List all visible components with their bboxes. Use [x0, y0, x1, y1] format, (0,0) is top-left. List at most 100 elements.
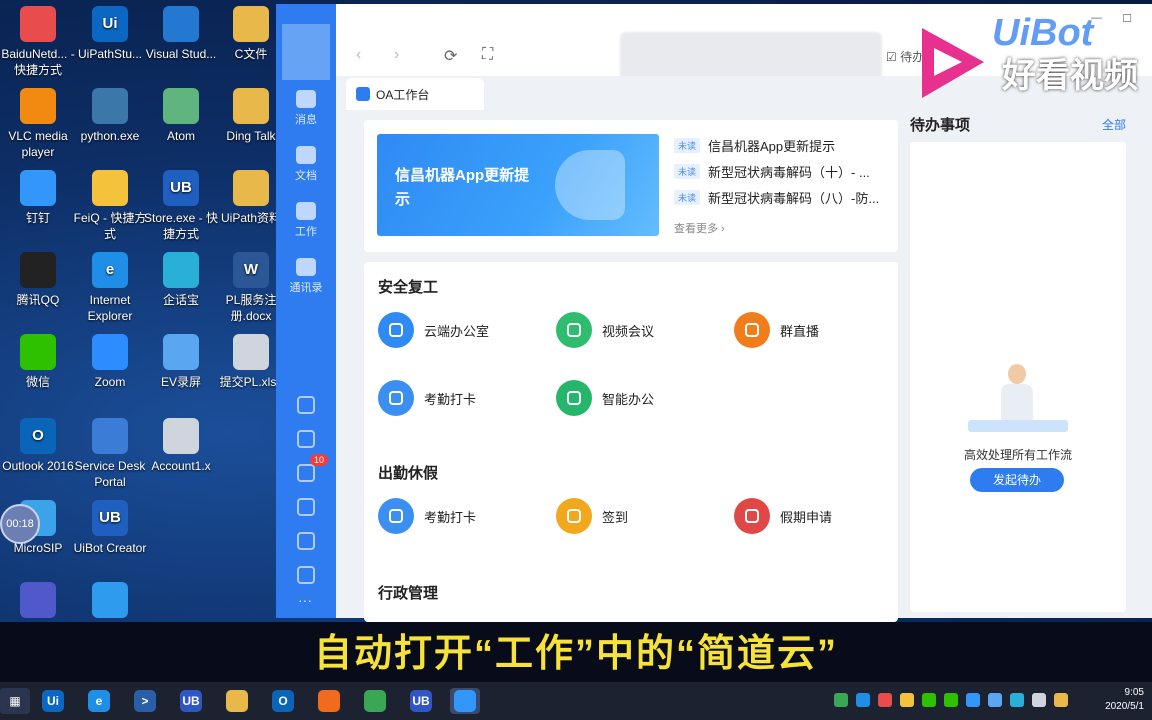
- desktop-icon[interactable]: Ui UiPathStu...: [72, 6, 148, 62]
- chrome-taskbar[interactable]: [360, 688, 390, 714]
- banner-title: 信昌机器App更新提示: [395, 167, 530, 208]
- app-tile[interactable]: 考勤打卡: [378, 380, 476, 416]
- app-tile[interactable]: 智能办公: [556, 380, 654, 416]
- tray-icon[interactable]: [922, 693, 936, 707]
- tray-icon[interactable]: [1032, 693, 1046, 707]
- news-banner[interactable]: 信昌机器App更新提示: [377, 134, 659, 236]
- desktop-icon[interactable]: 腾讯QQ: [0, 252, 76, 308]
- desktop-icon[interactable]: 微信: [0, 334, 76, 390]
- app-tile[interactable]: 群直播: [734, 312, 819, 348]
- desktop-icon-label: BaiduNetd... - 快捷方式: [1, 47, 75, 77]
- forward-icon[interactable]: ›: [394, 46, 399, 64]
- app-tile-icon: [734, 498, 770, 534]
- tray-icon[interactable]: [834, 693, 848, 707]
- folder-icon: [233, 170, 269, 206]
- desktop-icon[interactable]: VLC media player: [0, 88, 76, 160]
- section-title: 安全复工: [378, 279, 439, 296]
- news-item[interactable]: 未读 信昌机器App更新提示: [674, 132, 888, 158]
- zoom-icon: [92, 334, 128, 370]
- app-tile-label: 考勤打卡: [424, 391, 477, 407]
- desktop-icon[interactable]: FeiQ - 快捷方式: [72, 170, 148, 242]
- app-tile[interactable]: 云端办公室: [378, 312, 489, 348]
- desktop-icon[interactable]: UB UiBot Creator: [72, 500, 148, 556]
- desktop-icon[interactable]: O Outlook 2016: [0, 418, 76, 474]
- haokan-logo-icon: [922, 28, 984, 98]
- uipath-taskbar[interactable]: Ui: [38, 688, 68, 714]
- tray-icon[interactable]: [856, 693, 870, 707]
- desktop-icon[interactable]: UB Store.exe - 快捷方式: [143, 170, 219, 242]
- rail-item-docs[interactable]: 文档: [276, 146, 336, 183]
- powershell-taskbar[interactable]: >: [130, 688, 160, 714]
- desktop-icon-label: Zoom: [94, 375, 126, 389]
- aliwangwang-icon: [92, 582, 128, 618]
- desktop-icon[interactable]: Atom: [143, 88, 219, 144]
- create-todo-button[interactable]: 发起待办: [970, 468, 1064, 492]
- apps-icon[interactable]: [297, 566, 315, 584]
- outlook-taskbar[interactable]: O: [268, 688, 298, 714]
- firefox-taskbar-icon: [318, 690, 340, 712]
- uibot2-taskbar[interactable]: UB: [406, 688, 436, 714]
- desktop-icon-label: Service Desk Portal: [74, 459, 146, 489]
- tray-icon[interactable]: [988, 693, 1002, 707]
- app-tile[interactable]: 假期申请: [734, 498, 832, 534]
- news-item[interactable]: 未读 新型冠状病毒解码（八）-防...: [674, 184, 888, 210]
- mail-icon[interactable]: [297, 532, 315, 550]
- more-icon[interactable]: ···: [298, 592, 312, 608]
- phone-icon[interactable]: [297, 498, 315, 516]
- taskbar: ▦ 9:05 2020/5/1 Ui e > UB O UB: [0, 682, 1152, 720]
- tray-icon[interactable]: [878, 693, 892, 707]
- section-title: 出勤休假: [378, 465, 439, 482]
- rail-item-contacts[interactable]: 通讯录: [276, 258, 336, 295]
- uibot-taskbar[interactable]: UB: [176, 688, 206, 714]
- office-illustration: [968, 360, 1068, 440]
- app-tile-label: 视频会议: [602, 323, 655, 339]
- desktop-icon[interactable]: Visual Stud...: [143, 6, 219, 62]
- folder-icon: [233, 6, 269, 42]
- app-tile[interactable]: 考勤打卡: [378, 498, 476, 534]
- ie-taskbar[interactable]: e: [84, 688, 114, 714]
- desktop-icon[interactable]: EV录屏: [143, 334, 219, 390]
- news-item[interactable]: 未读 新型冠状病毒解码（十）- ...: [674, 158, 888, 184]
- desktop-icon-label: Store.exe - 快捷方式: [143, 211, 219, 241]
- avatar[interactable]: [282, 24, 330, 80]
- desktop-icon[interactable]: python.exe: [72, 88, 148, 144]
- desktop-icon[interactable]: Zoom: [72, 334, 148, 390]
- desktop-icon[interactable]: Account1.x: [143, 418, 219, 474]
- maximize-icon[interactable]: ☐: [1122, 12, 1132, 25]
- see-more-link[interactable]: 查看更多 ›: [674, 220, 725, 236]
- explorer-taskbar[interactable]: [222, 688, 252, 714]
- tray-icon[interactable]: [1054, 693, 1068, 707]
- news-title: 新型冠状病毒解码（八）-防...: [708, 190, 880, 206]
- desktop-icon[interactable]: 企话宝: [143, 252, 219, 308]
- desktop-icon[interactable]: Service Desk Portal: [72, 418, 148, 490]
- rail-item-work[interactable]: 工作: [276, 202, 336, 239]
- tray-icon[interactable]: [944, 693, 958, 707]
- task-icon[interactable]: [297, 430, 315, 448]
- dingtalk-taskbar[interactable]: [450, 688, 480, 714]
- desktop-icon[interactable]: e Internet Explorer: [72, 252, 148, 324]
- fullscreen-icon[interactable]: ⛶: [482, 46, 493, 64]
- tray-icon[interactable]: [900, 693, 914, 707]
- rail-item-messages[interactable]: 消息: [276, 90, 336, 127]
- back-icon[interactable]: ‹: [356, 46, 361, 64]
- app-tile[interactable]: 签到: [556, 498, 628, 534]
- desktop-icon[interactable]: BaiduNetd... - 快捷方式: [0, 6, 76, 78]
- atom-icon: [163, 88, 199, 124]
- refresh-icon[interactable]: ⟳: [444, 46, 457, 66]
- ding-icon[interactable]: [297, 464, 315, 482]
- firefox-taskbar[interactable]: [314, 688, 344, 714]
- teams-icon: [20, 582, 56, 618]
- news-title: 信昌机器App更新提示: [708, 138, 836, 154]
- app-tile[interactable]: 视频会议: [556, 312, 654, 348]
- start-button[interactable]: ▦: [0, 688, 30, 714]
- news-card: 信昌机器App更新提示 未读 信昌机器App更新提示 未读 新型冠状病毒解码（十）- …: [364, 120, 898, 252]
- tray-icon[interactable]: [1010, 693, 1024, 707]
- calendar-icon[interactable]: [297, 396, 315, 414]
- workbench-content: 信昌机器App更新提示 未读 信昌机器App更新提示 未读 新型冠状病毒解码（十）- …: [336, 110, 1152, 622]
- app-tile-label: 智能办公: [602, 391, 655, 407]
- tray-icon[interactable]: [966, 693, 980, 707]
- desktop-icon[interactable]: 钉钉: [0, 170, 76, 226]
- system-clock[interactable]: 9:05 2020/5/1: [1105, 686, 1144, 714]
- todo-all-link[interactable]: 全部: [1102, 116, 1126, 133]
- tab-oa-workbench[interactable]: OA工作台: [346, 78, 484, 110]
